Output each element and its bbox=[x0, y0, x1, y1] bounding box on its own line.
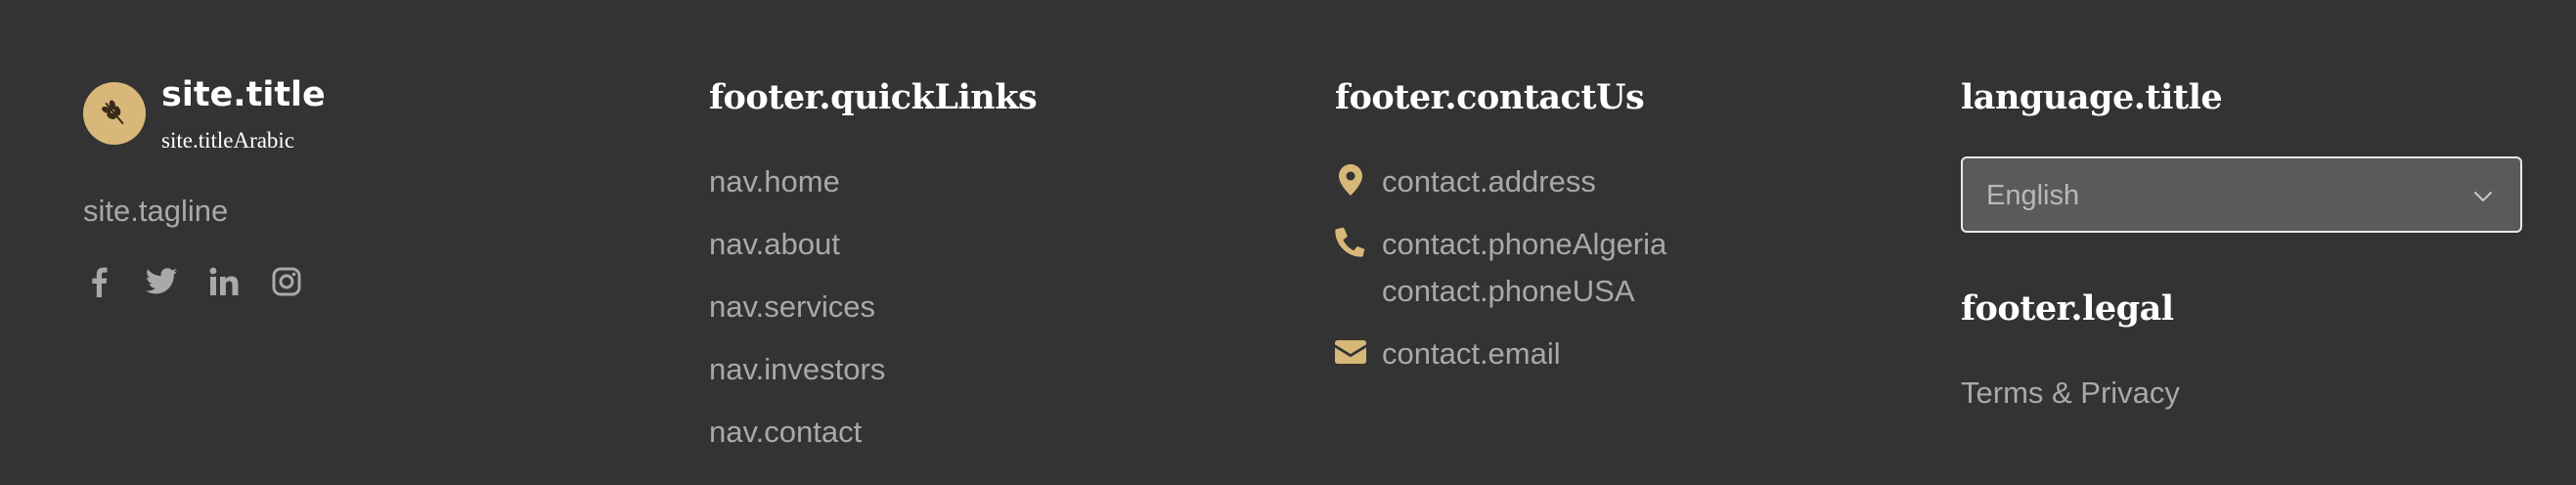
nav-link-about[interactable]: nav.about bbox=[709, 229, 840, 259]
contact-email[interactable]: contact.email bbox=[1382, 338, 1561, 369]
language-heading: language.title bbox=[1961, 77, 2223, 117]
wheat-leaf-icon bbox=[102, 100, 124, 124]
brand-title: site.title bbox=[161, 75, 326, 114]
contact-phone-usa[interactable]: contact.phoneUSA bbox=[1382, 276, 1635, 306]
brand-tagline: site.tagline bbox=[83, 194, 229, 228]
linkedin-link[interactable] bbox=[206, 264, 242, 299]
language-select[interactable]: English bbox=[1961, 156, 2522, 233]
terms-privacy-link[interactable]: Terms & Privacy bbox=[1961, 377, 2180, 408]
facebook-icon bbox=[92, 267, 108, 297]
facebook-link[interactable] bbox=[81, 264, 116, 299]
nav-link-services[interactable]: nav.services bbox=[709, 291, 875, 322]
brand-logo[interactable] bbox=[83, 82, 146, 145]
contact-heading: footer.contactUs bbox=[1335, 77, 1645, 117]
nav-link-home[interactable]: nav.home bbox=[709, 166, 840, 197]
language-select-value: English bbox=[1986, 180, 2080, 211]
map-pin-icon bbox=[1333, 162, 1368, 198]
instagram-icon bbox=[272, 267, 301, 296]
instagram-link[interactable] bbox=[269, 264, 304, 299]
quick-links-heading: footer.quickLinks bbox=[709, 77, 1038, 117]
twitter-link[interactable] bbox=[144, 264, 179, 299]
contact-phone-algeria[interactable]: contact.phoneAlgeria bbox=[1382, 229, 1666, 259]
linkedin-icon bbox=[209, 267, 239, 295]
contact-address: contact.address bbox=[1382, 164, 1596, 198]
brand-subtitle-arabic: site.titleArabic bbox=[161, 128, 295, 153]
phone-icon bbox=[1333, 224, 1368, 259]
nav-link-contact[interactable]: nav.contact bbox=[709, 417, 862, 447]
nav-link-investors[interactable]: nav.investors bbox=[709, 354, 885, 384]
legal-heading: footer.legal bbox=[1961, 288, 2174, 329]
envelope-icon bbox=[1333, 334, 1368, 370]
chevron-down-icon bbox=[2474, 192, 2492, 201]
twitter-icon bbox=[146, 268, 177, 294]
